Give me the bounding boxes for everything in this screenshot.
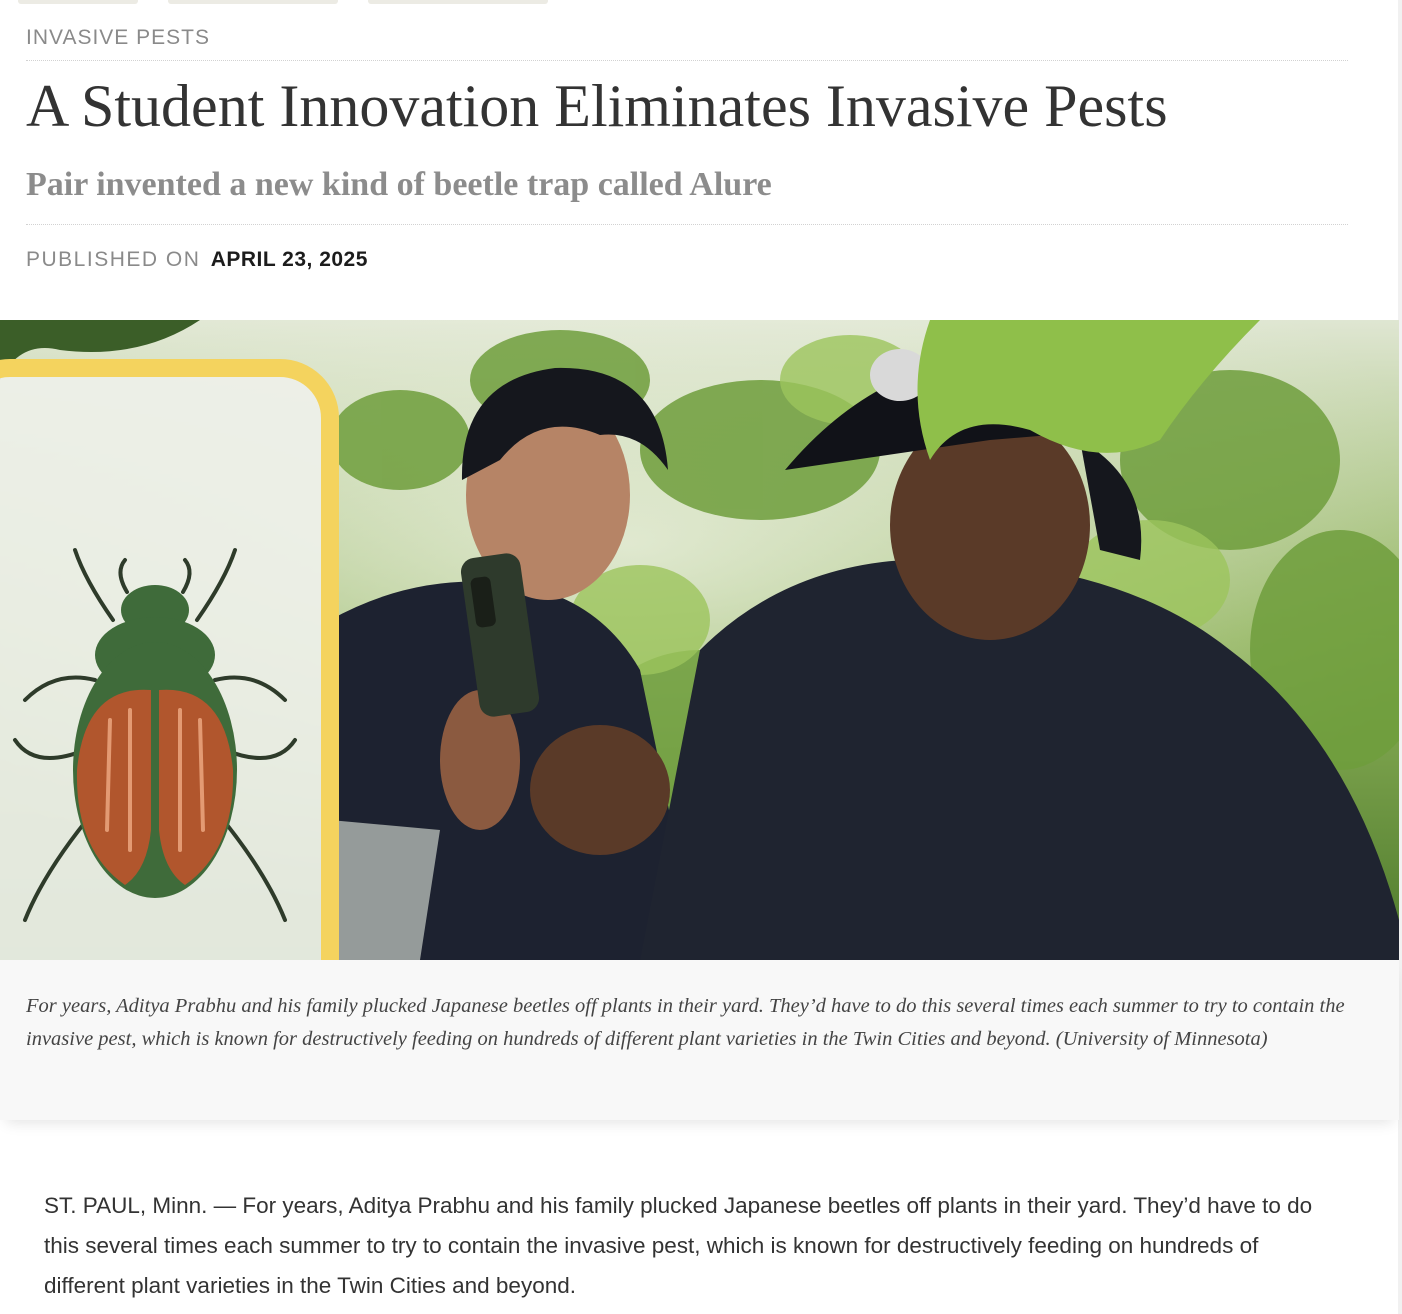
nav-tab[interactable]: [18, 0, 138, 4]
published-label: PUBLISHED ON: [26, 248, 201, 271]
nav-tab[interactable]: [168, 0, 338, 4]
top-nav-tabs: [18, 0, 548, 4]
hero-caption-box: For years, Aditya Prabhu and his family …: [0, 960, 1399, 1120]
category-kicker[interactable]: INVASIVE PESTS: [26, 26, 210, 50]
article-body-paragraph: ST. PAUL, Minn. — For years, Aditya Prab…: [44, 1193, 1313, 1298]
nav-tab[interactable]: [368, 0, 548, 4]
published-line: PUBLISHED ON APRIL 23, 2025: [26, 248, 368, 272]
article-subtitle: Pair invented a new kind of beetle trap …: [26, 166, 772, 203]
divider: [26, 60, 1348, 61]
hero-caption: For years, Aditya Prabhu and his family …: [26, 995, 1345, 1050]
published-date: APRIL 23, 2025: [210, 248, 368, 271]
divider: [26, 224, 1348, 225]
article-title: A Student Innovation Eliminates Invasive…: [26, 73, 1168, 139]
hero-image: [0, 320, 1399, 960]
